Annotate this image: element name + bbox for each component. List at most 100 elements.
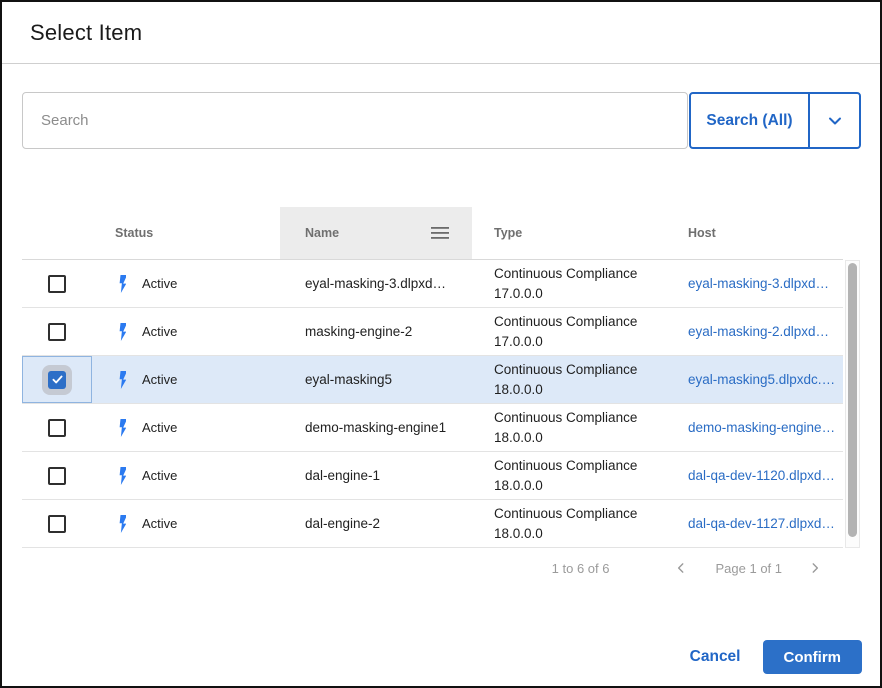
dialog-title: Select Item xyxy=(30,20,142,46)
checkmark-icon xyxy=(51,421,64,434)
search-scope-dropdown-button[interactable] xyxy=(810,94,859,147)
table-row[interactable]: Active dal-engine-1 Continuous Complianc… xyxy=(22,452,843,500)
row-type-cell: Continuous Compliance 18.0.0.0 xyxy=(472,500,662,547)
row-status-cell: Active xyxy=(92,500,280,547)
pagination-prev-button[interactable] xyxy=(670,557,692,579)
row-checkbox[interactable] xyxy=(48,419,66,437)
row-type-cell: Continuous Compliance 17.0.0.0 xyxy=(472,308,662,355)
row-status-cell: Active xyxy=(92,356,280,403)
confirm-button[interactable]: Confirm xyxy=(763,640,863,674)
engine-version: 18.0.0.0 xyxy=(494,381,543,399)
host-link[interactable]: eyal-masking5.dlpxdc.… xyxy=(688,372,835,387)
engine-name: demo-masking-engine1 xyxy=(305,420,446,435)
table-rows: Active eyal-masking-3.dlpxd… Continuous … xyxy=(22,260,843,548)
host-link[interactable]: eyal-masking-3.dlpxd… xyxy=(688,276,829,291)
search-all-button[interactable]: Search (All) xyxy=(691,94,808,147)
host-link[interactable]: eyal-masking-2.dlpxd… xyxy=(688,324,829,339)
host-link[interactable]: dal-qa-dev-1127.dlpxd… xyxy=(688,516,835,531)
engine-version: 18.0.0.0 xyxy=(494,429,543,447)
row-status-cell: Active xyxy=(92,308,280,355)
row-checkbox[interactable] xyxy=(48,323,66,341)
table-row[interactable]: Active eyal-masking-3.dlpxd… Continuous … xyxy=(22,260,843,308)
row-type-cell: Continuous Compliance 18.0.0.0 xyxy=(472,404,662,451)
engine-name: eyal-masking5 xyxy=(305,372,392,387)
lightning-bolt-icon xyxy=(115,275,126,293)
row-host-cell: eyal-masking-3.dlpxd… xyxy=(662,260,843,307)
lightning-bolt-icon xyxy=(115,515,126,533)
row-name-cell: dal-engine-1 xyxy=(280,452,472,499)
host-link[interactable]: dal-qa-dev-1120.dlpxd… xyxy=(688,468,835,483)
dialog-footer: Cancel Confirm xyxy=(2,640,880,674)
row-status-label: Active xyxy=(142,468,177,483)
checkbox-halo xyxy=(42,461,72,491)
host-link[interactable]: demo-masking-engine… xyxy=(688,420,835,435)
checkbox-halo xyxy=(42,317,72,347)
row-name-cell: eyal-masking-3.dlpxd… xyxy=(280,260,472,307)
row-host-cell: eyal-masking-2.dlpxd… xyxy=(662,308,843,355)
row-checkbox[interactable] xyxy=(48,515,66,533)
lightning-bolt-icon xyxy=(115,323,126,341)
engine-type: Continuous Compliance xyxy=(494,409,637,427)
scrollbar-thumb[interactable] xyxy=(848,263,857,537)
column-header-name[interactable]: Name xyxy=(280,207,472,259)
chevron-down-icon xyxy=(825,111,845,131)
checkbox-halo xyxy=(42,365,72,395)
checkmark-icon xyxy=(51,469,64,482)
row-type-cell: Continuous Compliance 17.0.0.0 xyxy=(472,260,662,307)
search-input[interactable] xyxy=(22,92,688,149)
table-body: Active eyal-masking-3.dlpxd… Continuous … xyxy=(22,260,860,548)
row-checkbox[interactable] xyxy=(48,371,66,389)
engine-version: 18.0.0.0 xyxy=(494,525,543,543)
column-header-status[interactable]: Status xyxy=(92,207,280,259)
row-checkbox[interactable] xyxy=(48,467,66,485)
row-checkbox-cell xyxy=(22,452,92,499)
chevron-left-icon xyxy=(674,561,688,575)
engine-type: Continuous Compliance xyxy=(494,505,637,523)
engine-type: Continuous Compliance xyxy=(494,265,637,283)
checkbox-halo xyxy=(42,509,72,539)
row-status-cell: Active xyxy=(92,452,280,499)
pagination-range: 1 to 6 of 6 xyxy=(552,561,610,576)
engine-version: 17.0.0.0 xyxy=(494,285,543,303)
engine-type: Continuous Compliance xyxy=(494,361,637,379)
table-row[interactable]: Active masking-engine-2 Continuous Compl… xyxy=(22,308,843,356)
row-host-cell: demo-masking-engine… xyxy=(662,404,843,451)
engine-name: dal-engine-1 xyxy=(305,468,380,483)
row-name-cell: eyal-masking5 xyxy=(280,356,472,403)
chevron-right-icon xyxy=(808,561,822,575)
row-checkbox-cell xyxy=(22,404,92,451)
table-row[interactable]: Active demo-masking-engine1 Continuous C… xyxy=(22,404,843,452)
row-status-cell: Active xyxy=(92,404,280,451)
select-item-dialog: Select Item Search (All) Status Name xyxy=(0,0,882,688)
column-menu-icon[interactable] xyxy=(431,226,449,240)
table-row[interactable]: Active dal-engine-2 Continuous Complianc… xyxy=(22,500,843,548)
row-status-label: Active xyxy=(142,276,177,291)
dialog-header: Select Item xyxy=(2,2,880,64)
checkbox-halo xyxy=(42,413,72,443)
pagination-bar: 1 to 6 of 6 Page 1 of 1 xyxy=(2,556,880,580)
items-table: Status Name Type Host xyxy=(22,207,860,548)
lightning-bolt-icon xyxy=(115,371,126,389)
pagination-next-button[interactable] xyxy=(804,557,826,579)
row-status-label: Active xyxy=(142,324,177,339)
row-checkbox-cell xyxy=(22,308,92,355)
engine-version: 17.0.0.0 xyxy=(494,333,543,351)
checkmark-icon xyxy=(51,517,64,530)
row-type-cell: Continuous Compliance 18.0.0.0 xyxy=(472,452,662,499)
row-status-label: Active xyxy=(142,372,177,387)
lightning-bolt-icon xyxy=(115,419,126,437)
lightning-bolt-icon xyxy=(115,467,126,485)
row-status-label: Active xyxy=(142,420,177,435)
vertical-scrollbar[interactable] xyxy=(845,260,860,548)
engine-name: dal-engine-2 xyxy=(305,516,380,531)
search-row: Search (All) xyxy=(22,92,861,149)
column-header-checkbox xyxy=(22,207,92,259)
checkmark-icon xyxy=(51,373,64,386)
cancel-button[interactable]: Cancel xyxy=(690,648,741,666)
column-header-type[interactable]: Type xyxy=(472,207,662,259)
table-header: Status Name Type Host xyxy=(22,207,843,260)
column-header-host[interactable]: Host xyxy=(662,207,843,259)
table-row[interactable]: Active eyal-masking5 Continuous Complian… xyxy=(22,356,843,404)
engine-version: 18.0.0.0 xyxy=(494,477,543,495)
row-checkbox[interactable] xyxy=(48,275,66,293)
